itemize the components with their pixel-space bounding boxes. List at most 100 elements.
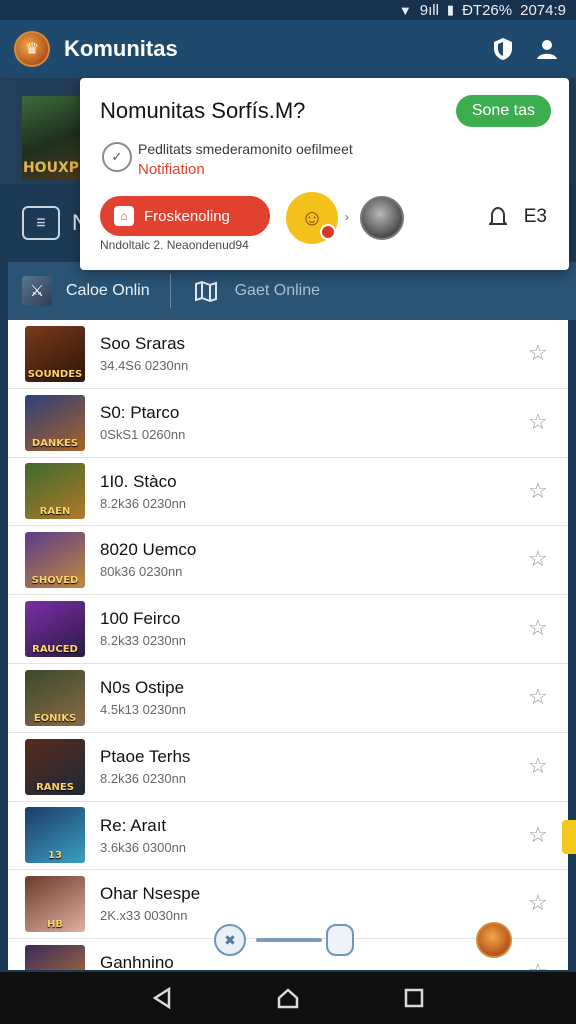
game-thumbnail: SOUNDES	[25, 325, 85, 382]
tab-guest-label: Gaet Online	[234, 282, 320, 299]
list-item-subtitle: 80k36 0230nn	[100, 564, 183, 580]
star-icon[interactable]: ☆	[528, 548, 550, 570]
game-thumb-icon: ⚔	[22, 276, 52, 306]
battery-icon: ▮	[446, 2, 455, 17]
lion-avatar-icon[interactable]	[476, 922, 512, 958]
list-item[interactable]: SOUNDES Soo Sraras 34.4S6 0230nn ☆	[8, 320, 568, 389]
shield-icon[interactable]	[488, 34, 518, 64]
popup-action-button[interactable]: ⌂ Froskenoling	[100, 196, 270, 236]
popup-description: Pedlitats smederamonito oefilmeet	[138, 141, 353, 157]
avatar[interactable]: ☺	[286, 192, 338, 244]
list-item-subtitle: 3.6k36 0300nn	[100, 839, 187, 855]
game-thumbnail: SHOVED	[25, 532, 85, 589]
list-item[interactable]: 13 Re: Araıt 3.6k36 0300nn ☆	[8, 802, 568, 871]
thumbnail-label: HB	[47, 919, 63, 931]
game-thumbnail: HB	[25, 876, 85, 933]
star-icon[interactable]: ☆	[528, 342, 550, 364]
thumbnail-label: SHOVED	[31, 575, 79, 587]
popup-action-label: Froskenoling	[144, 207, 230, 225]
home-nav-icon[interactable]	[275, 985, 301, 1011]
bell-icon[interactable]	[487, 206, 509, 234]
tab-online-label: Caloe Onlin	[66, 282, 150, 299]
game-thumbnail: RAEN	[25, 463, 85, 520]
thumbnail-label: SOUNDES	[27, 368, 83, 380]
tab-guest-online[interactable]: Gaet Online	[177, 262, 334, 320]
banner-art: HOUXP	[22, 96, 80, 180]
signal-text: ĐT26%	[462, 1, 513, 19]
star-icon[interactable]: ☆	[528, 754, 550, 777]
tab-online[interactable]: ⚔ Caloe Onlin	[8, 262, 164, 320]
thumbnail-label: EONIKS	[33, 712, 77, 724]
list-item-title: Ptaoe Terhs	[100, 746, 191, 766]
clock: 2074:9	[520, 1, 566, 19]
tab-divider	[169, 274, 171, 308]
game-logo-icon[interactable]: ☰	[22, 206, 60, 240]
home-icon: ⌂	[114, 206, 134, 226]
community-popup: Nomunitas Sorfís.M? Sone tas ✓ Pedlitats…	[80, 78, 569, 270]
banner-art-label: HOUXP	[22, 160, 80, 176]
list-item-subtitle: 34.4S6 0230nn	[100, 358, 189, 373]
system-nav	[0, 972, 576, 1024]
avatar-secondary[interactable]	[360, 196, 404, 240]
floating-controls: ✖	[214, 922, 514, 960]
list-item[interactable]: DANKES S0: Ptarco 0SkS1 0260nn ☆	[8, 389, 568, 458]
progress-bar	[256, 938, 322, 942]
list-item-title: S0: Ptarco	[100, 402, 180, 422]
online-tabs: ⚔ Caloe Onlin Gaet Online	[8, 262, 576, 320]
list-item-title: Soo Sraras	[100, 334, 186, 353]
list-item-subtitle: 0SkS1 0260nn	[100, 426, 186, 442]
app-bar: ♛ Komunitas	[0, 20, 576, 78]
chat-bubble-icon: ✓	[102, 142, 132, 172]
side-handle[interactable]	[562, 820, 576, 854]
list-item-subtitle: 8.2k33 0230nn	[100, 633, 187, 649]
list-item-subtitle: 2K.x33 0030nn	[100, 908, 188, 924]
back-icon[interactable]	[149, 985, 175, 1011]
app-title: Komunitas	[64, 36, 178, 61]
star-icon[interactable]: ☆	[528, 961, 550, 970]
star-icon[interactable]: ☆	[528, 617, 550, 639]
crossed-tools-icon[interactable]: ✖	[214, 924, 246, 956]
list-item-subtitle: 4.5k13 0230nn	[100, 701, 187, 717]
thumbnail-label: DANKES	[31, 437, 79, 449]
game-thumbnail: EONIKS	[25, 669, 85, 726]
star-icon[interactable]: ☆	[528, 479, 550, 502]
popup-count: E3	[523, 206, 547, 227]
chat-icon[interactable]	[326, 924, 354, 956]
star-icon[interactable]: ☆	[528, 823, 550, 846]
popup-notification-label[interactable]: Notifiation	[138, 161, 205, 178]
thumbnail-label: RAUCED	[32, 644, 78, 656]
list-item-title: N0s Ostipe	[100, 677, 185, 697]
list-item-title: 1I0. Stàco	[100, 471, 177, 491]
chevron-icon: ›	[345, 210, 349, 224]
battery-text: 9ıll	[419, 1, 439, 19]
wifi-icon: ▼	[398, 2, 412, 18]
list-item[interactable]: RAUCED 100 Feirco 8.2k33 0230nn ☆	[8, 595, 568, 664]
profile-icon[interactable]	[532, 34, 562, 64]
heart-badge-icon	[320, 224, 336, 240]
star-icon[interactable]: ☆	[528, 410, 550, 433]
popup-meta: Nndoltalc 2. Neaondenud94	[100, 238, 249, 252]
game-list: SOUNDES Soo Sraras 34.4S6 0230nn ☆ DANKES S0:…	[8, 320, 568, 970]
star-icon[interactable]: ☆	[528, 685, 550, 708]
star-icon[interactable]: ☆	[528, 892, 550, 914]
recents-icon[interactable]	[401, 985, 427, 1011]
list-item[interactable]: EONIKS N0s Ostipe 4.5k13 0230nn ☆	[8, 664, 568, 733]
status-bar: ▼ 9ıll ▮ ĐT26% 2074:9	[0, 0, 576, 20]
list-item[interactable]: RANES Ptaoe Terhs 8.2k36 0230nn ☆	[8, 733, 568, 802]
popup-pill-button[interactable]: Sone tas	[455, 95, 551, 127]
thumbnail-label: RAEN	[39, 506, 71, 518]
list-item-title: Ganhnino	[100, 953, 174, 970]
list-item-title: Ohar Nsespe	[100, 884, 201, 904]
game-thumbnail: DANKES	[25, 394, 85, 451]
list-item[interactable]: SHOVED 8020 Uemco 80k36 0230nn ☆	[8, 526, 568, 596]
game-thumbnail	[25, 945, 85, 970]
thumbnail-label: 13	[48, 850, 62, 862]
popup-title: Nomunitas Sorfís.M?	[100, 98, 306, 123]
game-thumbnail: RANES	[25, 738, 85, 795]
map-icon	[191, 276, 221, 306]
list-item-title: Re: Araıt	[100, 815, 167, 835]
list-item[interactable]: RAEN 1I0. Stàco 8.2k36 0230nn ☆	[8, 458, 568, 527]
list-item-title: 8020 Uemco	[100, 540, 197, 560]
app-logo-icon: ♛	[14, 31, 50, 67]
thumbnail-label: RANES	[36, 781, 74, 793]
